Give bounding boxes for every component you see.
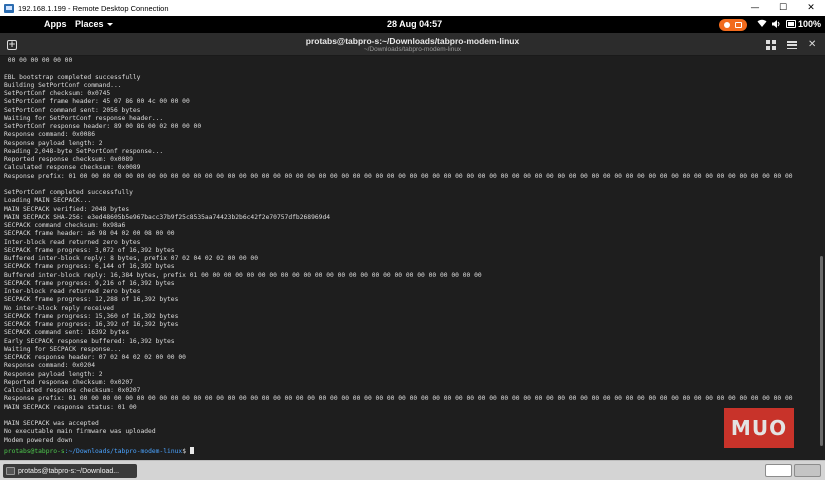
terminal-line: No inter-block reply received xyxy=(4,304,114,312)
record-icon xyxy=(724,22,730,28)
terminal-line: MAIN SECPACK SHA-256: e3ed48605b5e967bac… xyxy=(4,213,331,221)
terminal-line: Inter-block read returned zero bytes xyxy=(4,238,141,246)
terminal-line: Response payload length: 2 xyxy=(4,139,103,147)
terminal-line: Response payload length: 2 xyxy=(4,370,103,378)
terminal-line: Waiting for SECPACK response... xyxy=(4,345,122,353)
terminal-title: protabs@tabpro-s:~/Downloads/tabpro-mode… xyxy=(305,36,520,46)
close-icon[interactable]: ✕ xyxy=(808,40,818,50)
terminal-line: Waiting for SetPortConf response header.… xyxy=(4,114,164,122)
terminal-line: SECPACK frame progress: 16,392 of 16,392… xyxy=(4,321,179,328)
terminal-icon xyxy=(6,467,15,475)
terminal-line: SECPACK frame progress: 3,072 of 16,392 … xyxy=(4,246,175,254)
rdp-window-controls: — ☐ ✕ xyxy=(741,0,825,16)
taskbar-item-terminal[interactable]: protabs@tabpro-s:~/Download... xyxy=(3,464,137,478)
gnome-top-bar: Apps Places 28 Aug 04:57 100% xyxy=(0,16,825,33)
terminal-line: 00 00 00 00 00 00 xyxy=(4,57,73,64)
clock[interactable]: 28 Aug 04:57 xyxy=(387,19,442,29)
taskbar-item-label: protabs@tabpro-s:~/Download... xyxy=(18,467,120,475)
hamburger-menu-icon[interactable] xyxy=(787,41,797,49)
screencast-icon xyxy=(735,22,742,28)
terminal-line: SECPACK frame progress: 12,288 of 16,392… xyxy=(4,296,179,304)
terminal-line: Reported response checksum: 0x0207 xyxy=(4,378,133,386)
terminal-line: SetPortConf frame header: 45 07 86 00 4c… xyxy=(4,98,190,106)
terminal-line: SetPortConf checksum: 0x0745 xyxy=(4,90,111,97)
terminal-line: Calculated response checksum: 0x0089 xyxy=(4,164,141,172)
apps-menu[interactable]: Apps xyxy=(44,19,67,29)
terminal-subtitle: ~/Downloads/tabpro-modem-linux xyxy=(363,46,462,53)
battery-icon[interactable] xyxy=(786,20,796,28)
terminal-line: SECPACK frame progress: 9,216 of 16,392 … xyxy=(4,279,175,287)
terminal-line: MAIN SECPACK was accepted xyxy=(4,420,99,427)
terminal-line: Calculated response checksum: 0x0207 xyxy=(4,387,141,394)
terminal-line: Inter-block read returned zero bytes xyxy=(4,288,141,295)
terminal-line: EBL bootstrap completed successfully xyxy=(4,73,141,81)
prompt-path: :~/Downloads/tabpro-modem-linux xyxy=(64,448,183,455)
maximize-button[interactable]: ☐ xyxy=(769,0,797,16)
rdp-window-title: 192.168.1.199 - Remote Desktop Connectio… xyxy=(18,3,169,13)
terminal-line: SetPortConf completed successfully xyxy=(4,189,133,196)
terminal-output-lines: 00 00 00 00 00 00 EBL bootstrap completed… xyxy=(4,57,793,445)
text-cursor xyxy=(189,447,194,454)
screen-recording-indicator[interactable] xyxy=(719,19,747,31)
shell-prompt[interactable]: protabs@tabpro-s:~/Downloads/tabpro-mode… xyxy=(4,447,194,456)
battery-percentage: 100% xyxy=(798,19,822,29)
workspace-2-button[interactable] xyxy=(794,464,821,477)
terminal-line: Reported response checksum: 0x0089 xyxy=(4,156,133,163)
prompt-user: protabs@tabpro-s xyxy=(4,448,65,455)
terminal-line: Reading 2,048-byte SetPortConf response.… xyxy=(4,147,164,155)
chevron-down-icon xyxy=(106,23,113,26)
places-menu[interactable]: Places xyxy=(75,19,113,29)
terminal-line: Response prefix: 01 00 00 00 00 00 00 00… xyxy=(4,395,793,403)
terminal-line: Buffered inter-block reply: 16,384 bytes… xyxy=(4,271,482,279)
terminal-line: SetPortConf response header: 89 00 86 00… xyxy=(4,123,202,130)
terminal-line: SECPACK command sent: 16392 bytes xyxy=(4,329,130,337)
terminal-line: SetPortConf command sent: 2056 bytes xyxy=(4,106,141,114)
minimize-button[interactable]: — xyxy=(741,0,769,16)
terminal-line: Response command: 0x0086 xyxy=(4,131,95,139)
workspace-1-button[interactable] xyxy=(765,464,792,477)
grid-view-icon[interactable] xyxy=(766,40,776,50)
terminal-line: Response command: 0x0204 xyxy=(4,362,95,370)
close-window-button[interactable]: ✕ xyxy=(797,0,825,16)
terminal-line: SECPACK response header: 07 02 04 02 02 … xyxy=(4,354,186,361)
wifi-icon[interactable] xyxy=(757,18,767,28)
terminal-line: Modem powered down xyxy=(4,436,73,444)
terminal-line: Loading MAIN SECPACK... xyxy=(4,197,92,205)
terminal-line: No executable main firmware was uploaded xyxy=(4,428,156,436)
volume-icon[interactable] xyxy=(771,19,781,29)
terminal-line: SECPACK frame header: a6 98 04 02 00 08 … xyxy=(4,230,175,238)
terminal-line: MAIN SECPACK response status: 01 00 xyxy=(4,403,137,411)
muo-watermark-logo: MUO xyxy=(724,408,794,448)
terminal-line: SECPACK frame progress: 6,144 of 16,392 … xyxy=(4,263,175,271)
rdp-title-bar: 192.168.1.199 - Remote Desktop Connectio… xyxy=(0,0,825,16)
terminal-line: SECPACK frame progress: 15,360 of 16,392… xyxy=(4,312,179,320)
remote-desktop-icon xyxy=(4,3,14,13)
terminal-line: Early SECPACK response buffered: 16,392 … xyxy=(4,337,175,345)
terminal-output[interactable]: 00 00 00 00 00 00 EBL bootstrap completed… xyxy=(0,56,825,460)
terminal-line: Buffered inter-block reply: 8 bytes, pre… xyxy=(4,255,259,262)
prompt-symbol: $ xyxy=(182,448,190,455)
terminal-line: Response prefix: 01 00 00 00 00 00 00 00… xyxy=(4,172,793,180)
terminal-header-bar: + protabs@tabpro-s:~/Downloads/tabpro-mo… xyxy=(0,33,825,56)
terminal-line: MAIN SECPACK verified: 2048 bytes xyxy=(4,205,130,213)
terminal-line: SECPACK command checksum: 0x98a6 xyxy=(4,222,126,229)
window-list-taskbar: protabs@tabpro-s:~/Download... xyxy=(0,460,825,480)
terminal-scrollbar[interactable] xyxy=(820,256,823,446)
places-label: Places xyxy=(75,19,104,29)
terminal-line: Building SetPortConf command... xyxy=(4,81,122,89)
